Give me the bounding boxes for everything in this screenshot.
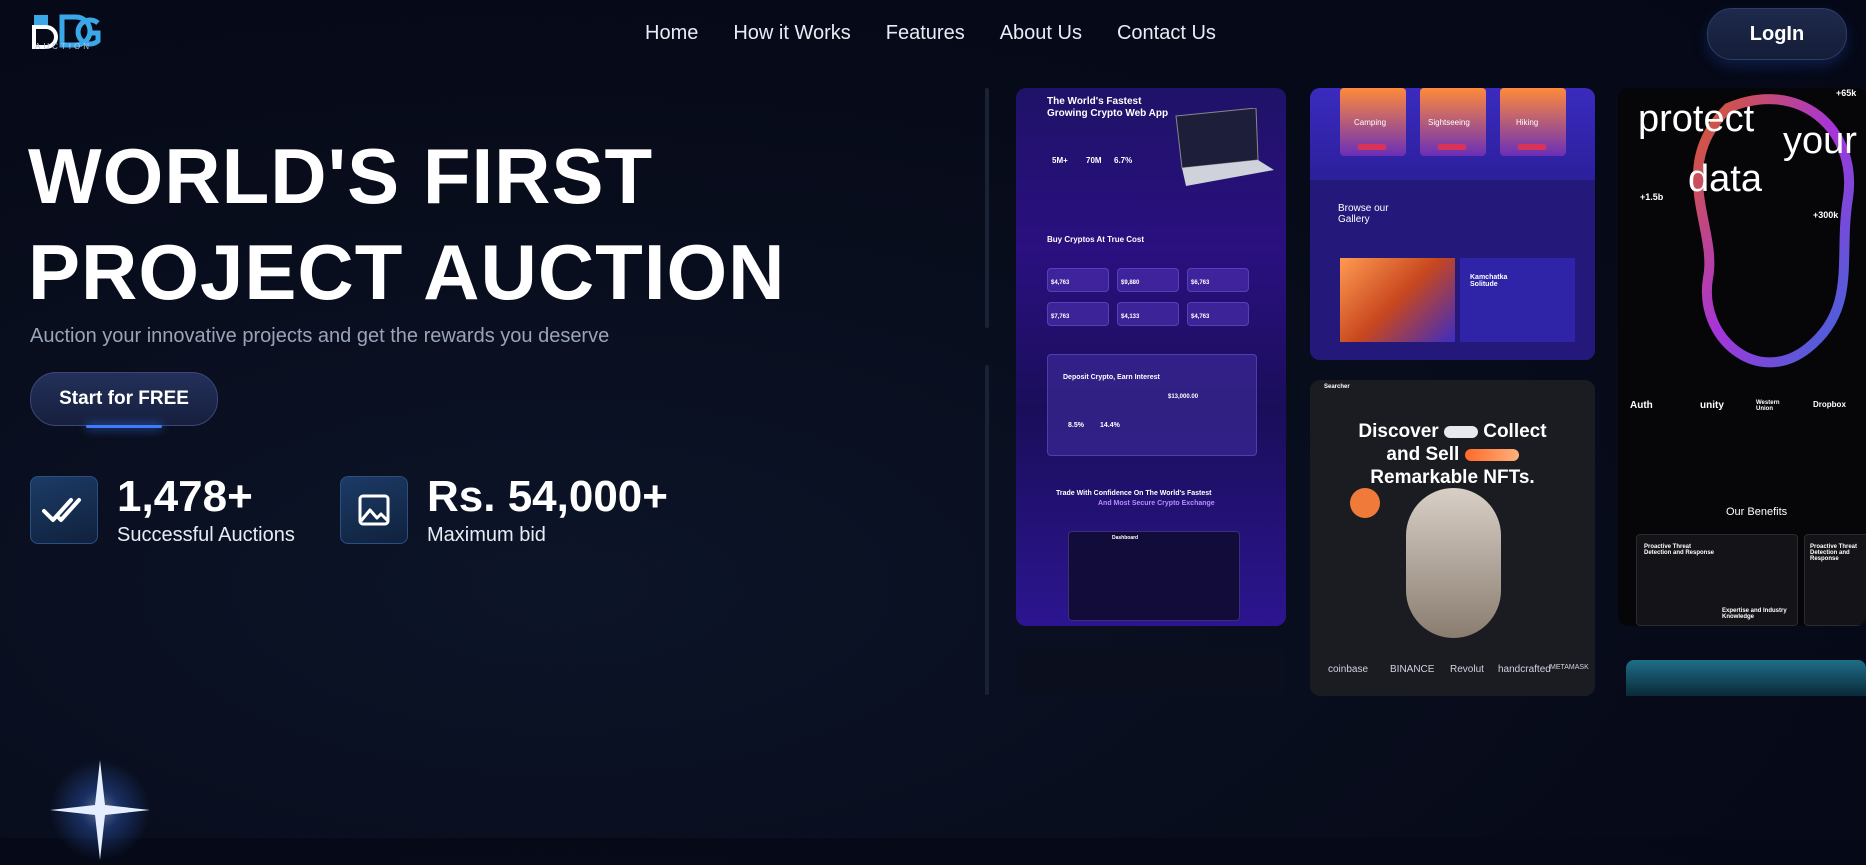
partner-logo: coinbase [1328, 664, 1369, 675]
crypto-headline1: The World's Fastest [1047, 96, 1142, 107]
security-partner: Western Union [1756, 400, 1780, 412]
crypto-footer-strip [1016, 648, 1286, 696]
security-partner: Dropbox [1813, 400, 1846, 409]
price-value: $4,763 [1051, 280, 1070, 286]
security-stat: +1.5b [1640, 192, 1664, 202]
partner-logo: Revolut [1450, 664, 1484, 675]
nft-line1: Discover [1358, 421, 1439, 442]
nft-pill [1443, 425, 1478, 438]
sparkle-icon [50, 760, 150, 860]
partner-logo: METAMASK [1550, 664, 1589, 671]
hero-title: WORLD'S FIRST PROJECT AUCTION [28, 128, 786, 320]
nft-ape-image [1406, 488, 1501, 638]
category-button [1518, 144, 1546, 150]
security-headline1: protect [1638, 98, 1755, 140]
price-value: $9,880 [1121, 280, 1140, 286]
price-value: $4,133 [1121, 314, 1140, 320]
dashboard-label: Dashboard [1112, 535, 1139, 541]
category-label: Camping [1354, 118, 1387, 127]
hero-title-line1: WORLD'S FIRST [28, 132, 654, 220]
dashboard-preview [1068, 531, 1240, 621]
nft-headline: Discover Collect and Sell Remarkable NFT… [1310, 420, 1595, 489]
benefits-title: Our Benefits [1726, 506, 1788, 518]
security-partner: Auth [1630, 400, 1653, 411]
security-headline1b: your [1783, 120, 1857, 162]
crypto-stat: 6.7% [1114, 156, 1133, 165]
partner-logo: handcrafted [1498, 664, 1551, 675]
double-check-icon [30, 476, 98, 544]
security-partner: unity [1700, 400, 1724, 411]
stat-auctions-label: Successful Auctions [117, 524, 295, 546]
category-button [1358, 144, 1386, 150]
nft-line2: and Sell [1386, 444, 1460, 465]
main-nav: Home How it Works Features About Us Cont… [645, 22, 1216, 45]
trade-subtitle: And Most Secure Crypto Exchange [1098, 500, 1215, 507]
coin-icon [1350, 488, 1380, 518]
trade-title: Trade With Confidence On The World's Fas… [1056, 490, 1212, 497]
gallery-title: Browse our Gallery [1338, 203, 1389, 225]
stat-bid-value: Rs. 54,000+ [427, 472, 668, 521]
price-value: $6,763 [1191, 280, 1210, 286]
start-free-button[interactable]: Start for FREE [30, 372, 218, 428]
category-button [1438, 144, 1466, 150]
nav-contact-us[interactable]: Contact Us [1117, 22, 1216, 45]
security-stat: +300k [1813, 210, 1839, 220]
gallery-info [1460, 258, 1575, 342]
deposit-value: $13,000.00 [1168, 394, 1199, 400]
price-value: $7,763 [1051, 314, 1070, 320]
partner-logo: BINANCE [1390, 664, 1435, 675]
login-button[interactable]: LogIn [1707, 8, 1847, 60]
laptop-icon [1175, 108, 1274, 186]
stat-auctions-value: 1,478+ [117, 472, 253, 521]
nft-brand: Searcher [1324, 384, 1350, 390]
crypto-buy-title: Buy Cryptos At True Cost [1047, 235, 1145, 244]
nav-features[interactable]: Features [886, 22, 965, 45]
hero-title-line2: PROJECT AUCTION [28, 228, 786, 316]
showcase-divider [985, 365, 989, 695]
rate-value: 8.5% [1068, 422, 1084, 429]
security-stat: +65k [1836, 88, 1857, 98]
gallery-image [1340, 258, 1455, 342]
crypto-stat: 70M [1086, 156, 1102, 165]
stat-bid-label: Maximum bid [427, 524, 546, 546]
travel-preview-card[interactable]: Camping Sightseeing Hiking Browse our Ga… [1310, 88, 1595, 360]
nav-about-us[interactable]: About Us [1000, 22, 1082, 45]
price-value: $4,763 [1191, 314, 1210, 320]
nav-how-it-works[interactable]: How it Works [733, 22, 850, 45]
nft-pill [1464, 448, 1519, 461]
nav-home[interactable]: Home [645, 22, 698, 45]
deposit-title: Deposit Crypto, Earn Interest [1063, 374, 1160, 381]
security-preview-card[interactable]: protect your data +65k +1.5b +300k Auth … [1618, 88, 1866, 626]
image-chart-icon [340, 476, 408, 544]
crypto-preview-card[interactable]: The World's Fastest Growing Crypto Web A… [1016, 88, 1286, 626]
logo-caption: AUCTION [35, 42, 92, 51]
gallery-item-title: Kamchatka Solitude [1470, 274, 1508, 288]
showcase-divider [985, 88, 989, 328]
security-headline2: data [1688, 158, 1762, 200]
rate-value: 14.4% [1100, 422, 1120, 429]
security-footer-strip [1626, 660, 1866, 696]
benefit-title: Proactive Threat Detection and Response [1810, 544, 1858, 562]
nft-line1b: Collect [1483, 421, 1547, 442]
hero-subtitle: Auction your innovative projects and get… [30, 325, 610, 347]
benefit-title: Expertise and Industry Knowledge [1722, 608, 1787, 620]
nft-line3: Remarkable NFTs. [1370, 467, 1535, 488]
deposit-panel [1047, 354, 1257, 456]
category-label: Sightseeing [1428, 118, 1470, 127]
benefit-title: Proactive Threat Detection and Response [1644, 544, 1715, 556]
crypto-stat: 5M+ [1052, 156, 1068, 165]
start-free-label: Start for FREE [59, 388, 189, 409]
category-label: Hiking [1516, 118, 1539, 127]
